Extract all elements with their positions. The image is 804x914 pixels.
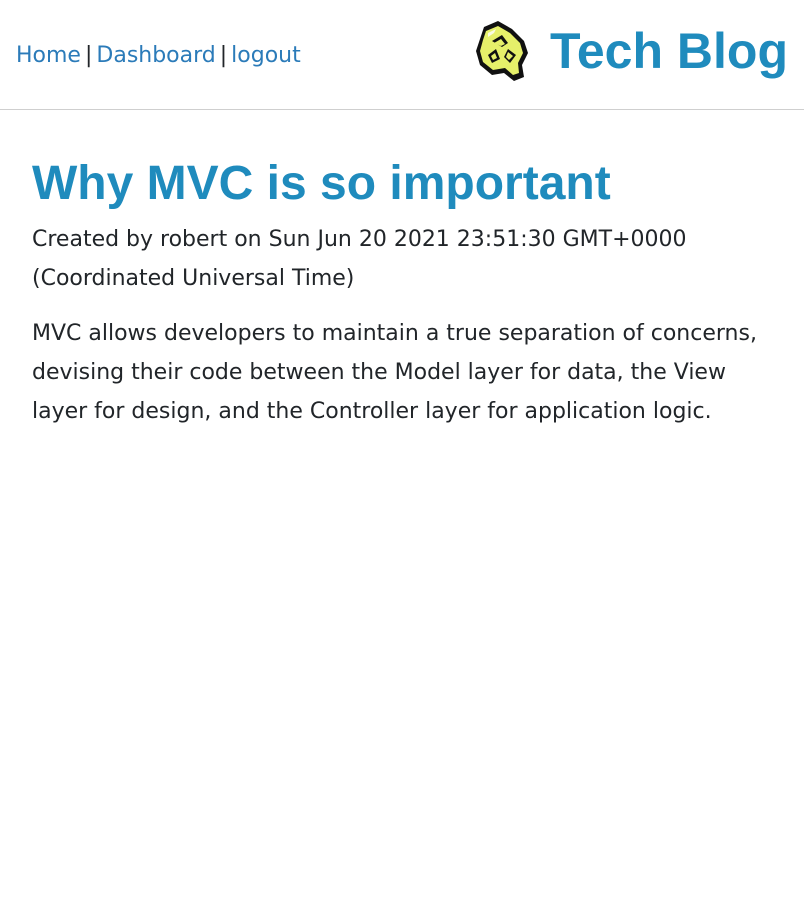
post-content: Why MVC is so important Created by rober… <box>0 154 804 431</box>
post-title: Why MVC is so important <box>32 157 611 210</box>
brand[interactable]: Tech Blog <box>472 16 788 86</box>
nav-dashboard-link[interactable]: Dashboard <box>96 43 215 68</box>
recycle-logo-icon <box>472 19 530 83</box>
nav-separator: | <box>219 43 228 68</box>
nav-separator: | <box>84 43 93 68</box>
post-meta: Created by robert on Sun Jun 20 2021 23:… <box>32 227 687 291</box>
nav-logout-link[interactable]: logout <box>231 43 301 68</box>
post-body: MVC allows developers to maintain a true… <box>32 321 757 424</box>
site-header: Home | Dashboard | logout Tech Blog <box>0 0 804 110</box>
top-nav: Home | Dashboard | logout <box>16 41 301 71</box>
site-title[interactable]: Tech Blog <box>550 21 788 81</box>
nav-home-link[interactable]: Home <box>16 43 81 68</box>
